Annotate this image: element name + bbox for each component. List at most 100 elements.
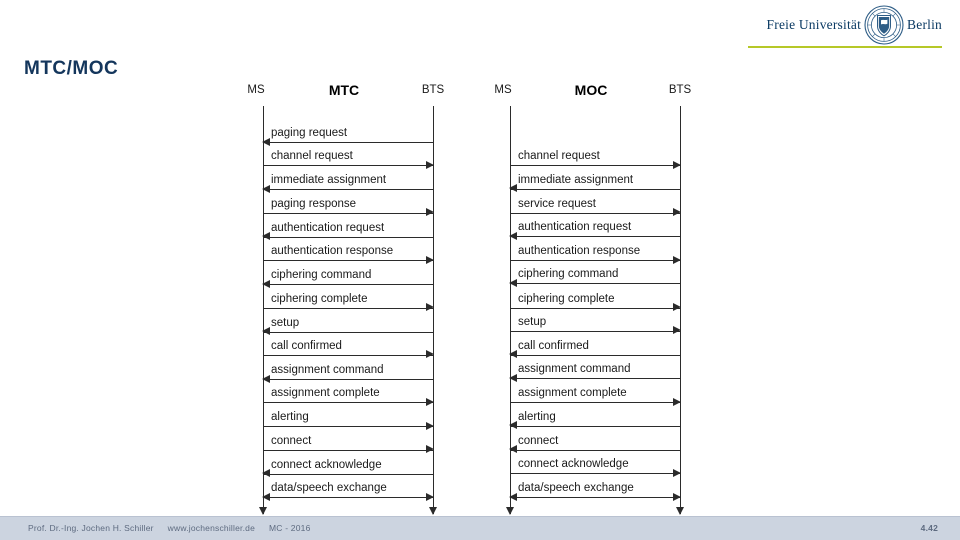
lifeline-ms-end-arrow (505, 507, 514, 515)
message-label: authentication response (271, 245, 394, 258)
message-label: connect acknowledge (271, 458, 382, 471)
message-label: alerting (271, 411, 309, 424)
arrowhead-left-icon (262, 327, 270, 336)
message-arrow-line (263, 142, 433, 143)
arrowhead-left-icon (262, 279, 270, 288)
message-label: paging request (271, 127, 348, 139)
message-arrow-line (263, 354, 433, 356)
arrowhead-left-icon (509, 278, 517, 287)
message-arrow-line (510, 473, 680, 474)
message-arrow-line (510, 449, 680, 451)
message-label: connect (271, 434, 312, 447)
message-arrow-line (510, 307, 680, 309)
message-arrow-line (510, 402, 680, 404)
message-label: service request (518, 197, 596, 210)
message-label: paging response (271, 197, 357, 210)
arrowhead-right-icon (426, 303, 434, 311)
arrowhead-left-icon (509, 373, 517, 382)
sequence-diagram-mtc: MS MTC BTS paging request channel request… (247, 82, 447, 515)
diagram-moc-title: MOC (574, 82, 608, 98)
message-arrow-line (263, 426, 433, 428)
sequence-diagram-moc: MS MOC BTS channel request immediate assi… (494, 82, 694, 515)
message-label: call confirmed (271, 339, 342, 352)
arrowhead-left-icon (509, 445, 517, 454)
diagram-mtc-title: MTC (328, 82, 360, 98)
slide-footer: Prof. Dr.-Ing. Jochen H. Schiller www.jo… (0, 516, 960, 540)
footer-credits: Prof. Dr.-Ing. Jochen H. Schiller www.jo… (28, 523, 311, 533)
message-arrow-line (510, 165, 680, 167)
message-arrow-line (263, 236, 433, 238)
message-label: data/speech exchange (518, 482, 634, 495)
fu-berlin-seal-icon (864, 5, 904, 45)
actor-label-bts: BTS (668, 84, 692, 96)
logo-text-left: Freie Universität (766, 17, 862, 32)
message-arrow-line (510, 236, 680, 237)
message-arrow-line (510, 354, 680, 356)
message-arrow-line (263, 165, 433, 167)
arrowhead-left-icon (509, 184, 517, 193)
message-arrow-line (263, 497, 433, 499)
diagram-mtc-header: MS MTC BTS (247, 82, 447, 106)
message-label: data/speech exchange (271, 482, 387, 495)
arrowhead-left-icon (262, 374, 270, 383)
lifeline-ms-end-arrow (258, 507, 267, 515)
arrowhead-right-icon (673, 397, 681, 406)
message-arrow-line (263, 212, 433, 214)
arrowhead-right-icon (673, 492, 681, 501)
arrowhead-left-icon (509, 350, 517, 359)
logo-accent-rule (748, 45, 942, 48)
message-label: connect (518, 434, 559, 447)
footer-website: www.jochenschiller.de (167, 523, 256, 533)
logo-text-right: Berlin (907, 17, 942, 32)
message-label: call confirmed (518, 339, 589, 352)
message-arrow-line (510, 330, 680, 332)
message-label: assignment complete (518, 387, 627, 400)
message-arrow-line (263, 379, 433, 380)
footer-page-number: 4.42 (920, 523, 938, 533)
message-label: assignment complete (271, 387, 380, 400)
arrowhead-left-icon (262, 137, 270, 146)
arrowhead-left-icon (262, 469, 270, 478)
message-arrow-line (263, 473, 433, 475)
message-label: authentication response (518, 245, 641, 258)
arrowhead-right-icon (426, 255, 434, 264)
actor-label-ms: MS (494, 84, 512, 96)
diagram-mtc-lanes: paging request channel request immediate a… (247, 106, 447, 515)
footer-course: MC - 2016 (269, 523, 311, 533)
arrowhead-right-icon (426, 445, 434, 454)
arrowhead-right-icon (426, 160, 434, 169)
arrowhead-left-icon (262, 184, 270, 193)
message-arrow-line (263, 260, 433, 262)
message-label: authentication request (271, 221, 385, 234)
arrowhead-right-icon (426, 492, 434, 501)
diagram-moc-lanes: channel request immediate assignment servi… (494, 106, 694, 515)
fu-berlin-logo: Freie Universität Berlin (734, 5, 942, 52)
arrowhead-right-icon (426, 350, 434, 359)
message-label: assignment command (271, 364, 384, 376)
message-arrow-line (263, 449, 433, 451)
lifeline-bts-end-arrow (675, 507, 684, 515)
arrowhead-left-icon (509, 231, 517, 240)
lifeline-bts-end-arrow (428, 507, 437, 515)
message-arrow-line (263, 402, 433, 404)
message-label: alerting (518, 410, 556, 423)
arrowhead-right-icon (673, 208, 681, 217)
message-arrow-line (263, 331, 433, 333)
message-label: channel request (271, 150, 353, 163)
message-label: ciphering complete (271, 292, 368, 305)
message-label: ciphering command (271, 269, 372, 282)
message-label: setup (518, 315, 547, 328)
arrowhead-right-icon (673, 326, 681, 335)
diagram-moc-header: MS MOC BTS (494, 82, 694, 106)
footer-author: Prof. Dr.-Ing. Jochen H. Schiller (28, 523, 154, 533)
arrowhead-right-icon (426, 208, 434, 217)
message-label: authentication request (518, 221, 632, 233)
arrowhead-right-icon (673, 160, 681, 169)
message-arrow-line (263, 284, 433, 286)
message-arrow-line (263, 189, 433, 191)
message-label: ciphering complete (518, 292, 615, 305)
arrowhead-right-icon (426, 397, 434, 406)
message-arrow-line (263, 307, 433, 309)
message-arrow-line (510, 188, 680, 190)
arrowhead-left-icon (262, 492, 270, 501)
